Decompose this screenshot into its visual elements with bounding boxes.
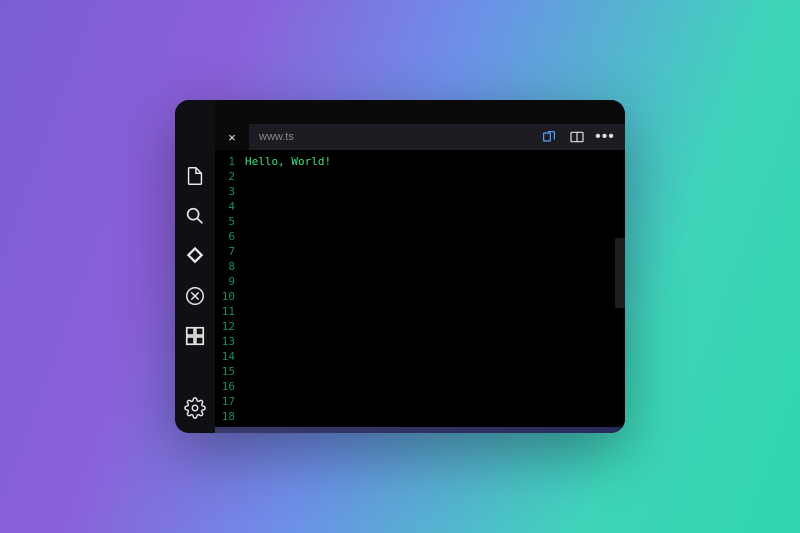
code-editor[interactable]: 123456789101112131415161718 Hello, World… xyxy=(215,150,625,433)
ellipsis-icon: ••• xyxy=(595,129,615,145)
explorer-icon[interactable] xyxy=(184,165,206,187)
line-number: 3 xyxy=(215,184,241,199)
extensions-icon[interactable] xyxy=(184,325,206,347)
more-actions-icon[interactable]: ••• xyxy=(597,129,613,145)
split-editor-icon[interactable] xyxy=(569,129,585,145)
line-number: 1 xyxy=(215,154,241,169)
code-line: Hello, World! xyxy=(245,154,625,169)
status-bar xyxy=(215,427,625,433)
line-number: 13 xyxy=(215,334,241,349)
line-number: 10 xyxy=(215,289,241,304)
line-number: 17 xyxy=(215,394,241,409)
source-control-icon[interactable] xyxy=(184,245,206,267)
titlebar xyxy=(215,100,625,124)
compare-changes-icon[interactable] xyxy=(541,129,557,145)
line-number: 7 xyxy=(215,244,241,259)
tab-inactive[interactable]: www.ts xyxy=(249,124,304,150)
tab-label: www.ts xyxy=(259,131,294,143)
close-icon[interactable]: × xyxy=(225,130,239,145)
editor-window: × www.ts ••• 123456789101112131415161718 xyxy=(175,100,625,433)
line-number: 5 xyxy=(215,214,241,229)
line-number: 11 xyxy=(215,304,241,319)
debug-icon[interactable] xyxy=(184,285,206,307)
line-number: 9 xyxy=(215,274,241,289)
main-area: × www.ts ••• 123456789101112131415161718 xyxy=(215,100,625,433)
tab-bar: × www.ts ••• xyxy=(215,124,625,150)
scrollbar-thumb[interactable] xyxy=(615,238,625,308)
line-number: 4 xyxy=(215,199,241,214)
line-number: 12 xyxy=(215,319,241,334)
tab-active[interactable]: × xyxy=(215,124,249,150)
search-icon[interactable] xyxy=(184,205,206,227)
line-number: 2 xyxy=(215,169,241,184)
activity-bar xyxy=(175,100,215,433)
line-number: 16 xyxy=(215,379,241,394)
line-number: 14 xyxy=(215,349,241,364)
line-number: 6 xyxy=(215,229,241,244)
line-number: 15 xyxy=(215,364,241,379)
line-gutter: 123456789101112131415161718 xyxy=(215,150,241,433)
tab-actions: ••• xyxy=(541,124,625,150)
settings-icon[interactable] xyxy=(184,397,206,419)
code-content[interactable]: Hello, World! xyxy=(241,150,625,433)
line-number: 18 xyxy=(215,409,241,424)
line-number: 8 xyxy=(215,259,241,274)
